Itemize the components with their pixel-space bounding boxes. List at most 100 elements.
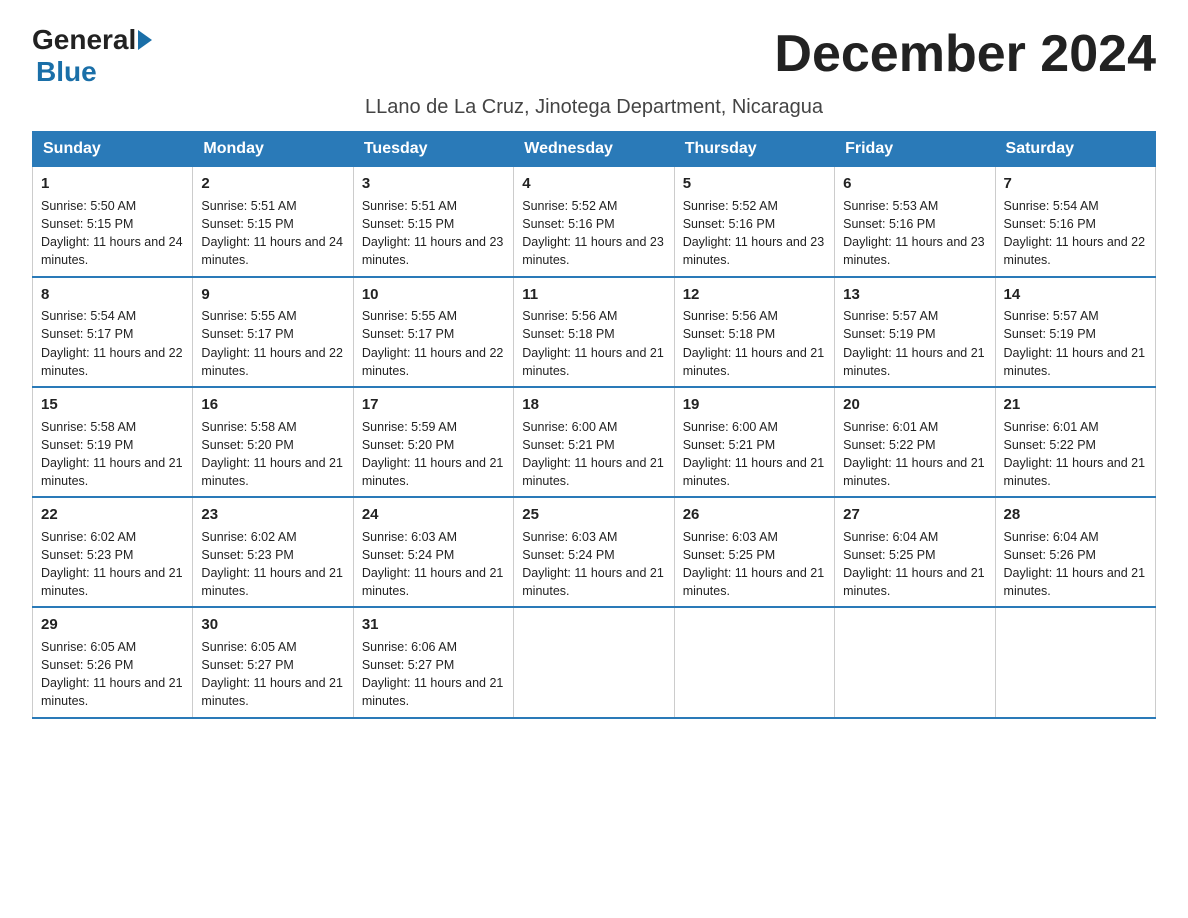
day-number: 5 [683,173,826,195]
day-info: Sunrise: 6:03 AMSunset: 5:24 PMDaylight:… [522,530,664,598]
day-info: Sunrise: 5:52 AMSunset: 5:16 PMDaylight:… [522,199,664,267]
calendar-week-row: 15 Sunrise: 5:58 AMSunset: 5:19 PMDaylig… [33,387,1156,497]
day-number: 26 [683,504,826,526]
day-number: 15 [41,394,184,416]
calendar-week-row: 22 Sunrise: 6:02 AMSunset: 5:23 PMDaylig… [33,497,1156,607]
page-header: General Blue December 2024 [32,24,1156,88]
calendar-day-cell: 8 Sunrise: 5:54 AMSunset: 5:17 PMDayligh… [33,277,193,387]
calendar-header: Sunday Monday Tuesday Wednesday Thursday… [33,132,1156,167]
day-number: 9 [201,284,344,306]
day-info: Sunrise: 6:03 AMSunset: 5:25 PMDaylight:… [683,530,825,598]
logo-arrow-icon [138,30,152,50]
day-number: 6 [843,173,986,195]
calendar-day-cell: 1 Sunrise: 5:50 AMSunset: 5:15 PMDayligh… [33,167,193,277]
calendar-day-cell: 5 Sunrise: 5:52 AMSunset: 5:16 PMDayligh… [674,167,834,277]
day-number: 12 [683,284,826,306]
day-info: Sunrise: 6:04 AMSunset: 5:26 PMDaylight:… [1004,530,1146,598]
day-number: 3 [362,173,505,195]
day-number: 11 [522,284,665,306]
day-info: Sunrise: 5:59 AMSunset: 5:20 PMDaylight:… [362,420,504,488]
calendar-body: 1 Sunrise: 5:50 AMSunset: 5:15 PMDayligh… [33,167,1156,718]
col-wednesday: Wednesday [514,132,674,167]
month-title: December 2024 [774,24,1156,84]
day-info: Sunrise: 6:01 AMSunset: 5:22 PMDaylight:… [1004,420,1146,488]
calendar-day-cell: 21 Sunrise: 6:01 AMSunset: 5:22 PMDaylig… [995,387,1155,497]
day-info: Sunrise: 5:55 AMSunset: 5:17 PMDaylight:… [201,309,343,377]
day-number: 27 [843,504,986,526]
day-number: 4 [522,173,665,195]
logo-general-text: General [32,24,136,56]
calendar-day-cell: 7 Sunrise: 5:54 AMSunset: 5:16 PMDayligh… [995,167,1155,277]
calendar-day-cell: 10 Sunrise: 5:55 AMSunset: 5:17 PMDaylig… [353,277,513,387]
calendar-day-cell [514,607,674,717]
calendar-week-row: 29 Sunrise: 6:05 AMSunset: 5:26 PMDaylig… [33,607,1156,717]
day-number: 18 [522,394,665,416]
col-thursday: Thursday [674,132,834,167]
day-info: Sunrise: 6:06 AMSunset: 5:27 PMDaylight:… [362,640,504,708]
calendar-day-cell: 13 Sunrise: 5:57 AMSunset: 5:19 PMDaylig… [835,277,995,387]
calendar-day-cell: 4 Sunrise: 5:52 AMSunset: 5:16 PMDayligh… [514,167,674,277]
day-number: 23 [201,504,344,526]
day-info: Sunrise: 6:05 AMSunset: 5:26 PMDaylight:… [41,640,183,708]
day-number: 28 [1004,504,1147,526]
logo: General Blue [32,24,154,88]
calendar-week-row: 1 Sunrise: 5:50 AMSunset: 5:15 PMDayligh… [33,167,1156,277]
location-subtitle: LLano de La Cruz, Jinotega Department, N… [32,96,1156,119]
day-info: Sunrise: 5:58 AMSunset: 5:20 PMDaylight:… [201,420,343,488]
calendar-day-cell: 26 Sunrise: 6:03 AMSunset: 5:25 PMDaylig… [674,497,834,607]
day-info: Sunrise: 5:50 AMSunset: 5:15 PMDaylight:… [41,199,183,267]
logo-blue-text: Blue [36,56,97,87]
calendar-day-cell: 30 Sunrise: 6:05 AMSunset: 5:27 PMDaylig… [193,607,353,717]
day-info: Sunrise: 5:56 AMSunset: 5:18 PMDaylight:… [683,309,825,377]
calendar-day-cell: 17 Sunrise: 5:59 AMSunset: 5:20 PMDaylig… [353,387,513,497]
day-number: 31 [362,614,505,636]
day-info: Sunrise: 6:03 AMSunset: 5:24 PMDaylight:… [362,530,504,598]
day-info: Sunrise: 5:54 AMSunset: 5:17 PMDaylight:… [41,309,183,377]
day-number: 20 [843,394,986,416]
calendar-day-cell: 22 Sunrise: 6:02 AMSunset: 5:23 PMDaylig… [33,497,193,607]
col-sunday: Sunday [33,132,193,167]
day-number: 29 [41,614,184,636]
calendar-day-cell: 25 Sunrise: 6:03 AMSunset: 5:24 PMDaylig… [514,497,674,607]
calendar-day-cell: 12 Sunrise: 5:56 AMSunset: 5:18 PMDaylig… [674,277,834,387]
day-info: Sunrise: 5:51 AMSunset: 5:15 PMDaylight:… [362,199,504,267]
day-number: 2 [201,173,344,195]
day-number: 1 [41,173,184,195]
day-number: 13 [843,284,986,306]
day-number: 10 [362,284,505,306]
calendar-day-cell: 23 Sunrise: 6:02 AMSunset: 5:23 PMDaylig… [193,497,353,607]
calendar-day-cell: 31 Sunrise: 6:06 AMSunset: 5:27 PMDaylig… [353,607,513,717]
day-info: Sunrise: 6:00 AMSunset: 5:21 PMDaylight:… [522,420,664,488]
day-number: 16 [201,394,344,416]
day-info: Sunrise: 5:54 AMSunset: 5:16 PMDaylight:… [1004,199,1146,267]
calendar-table: Sunday Monday Tuesday Wednesday Thursday… [32,131,1156,719]
day-number: 22 [41,504,184,526]
day-info: Sunrise: 5:58 AMSunset: 5:19 PMDaylight:… [41,420,183,488]
day-info: Sunrise: 6:05 AMSunset: 5:27 PMDaylight:… [201,640,343,708]
calendar-day-cell: 9 Sunrise: 5:55 AMSunset: 5:17 PMDayligh… [193,277,353,387]
day-info: Sunrise: 6:00 AMSunset: 5:21 PMDaylight:… [683,420,825,488]
calendar-day-cell: 29 Sunrise: 6:05 AMSunset: 5:26 PMDaylig… [33,607,193,717]
day-info: Sunrise: 6:02 AMSunset: 5:23 PMDaylight:… [41,530,183,598]
day-number: 8 [41,284,184,306]
col-saturday: Saturday [995,132,1155,167]
day-number: 19 [683,394,826,416]
day-header-row: Sunday Monday Tuesday Wednesday Thursday… [33,132,1156,167]
calendar-day-cell: 16 Sunrise: 5:58 AMSunset: 5:20 PMDaylig… [193,387,353,497]
day-info: Sunrise: 5:52 AMSunset: 5:16 PMDaylight:… [683,199,825,267]
day-number: 14 [1004,284,1147,306]
day-number: 7 [1004,173,1147,195]
day-info: Sunrise: 5:55 AMSunset: 5:17 PMDaylight:… [362,309,504,377]
day-number: 21 [1004,394,1147,416]
day-number: 25 [522,504,665,526]
calendar-day-cell: 15 Sunrise: 5:58 AMSunset: 5:19 PMDaylig… [33,387,193,497]
calendar-day-cell: 3 Sunrise: 5:51 AMSunset: 5:15 PMDayligh… [353,167,513,277]
calendar-day-cell: 27 Sunrise: 6:04 AMSunset: 5:25 PMDaylig… [835,497,995,607]
calendar-day-cell: 19 Sunrise: 6:00 AMSunset: 5:21 PMDaylig… [674,387,834,497]
calendar-week-row: 8 Sunrise: 5:54 AMSunset: 5:17 PMDayligh… [33,277,1156,387]
calendar-day-cell: 14 Sunrise: 5:57 AMSunset: 5:19 PMDaylig… [995,277,1155,387]
day-number: 24 [362,504,505,526]
calendar-day-cell: 24 Sunrise: 6:03 AMSunset: 5:24 PMDaylig… [353,497,513,607]
calendar-day-cell: 2 Sunrise: 5:51 AMSunset: 5:15 PMDayligh… [193,167,353,277]
calendar-day-cell [674,607,834,717]
